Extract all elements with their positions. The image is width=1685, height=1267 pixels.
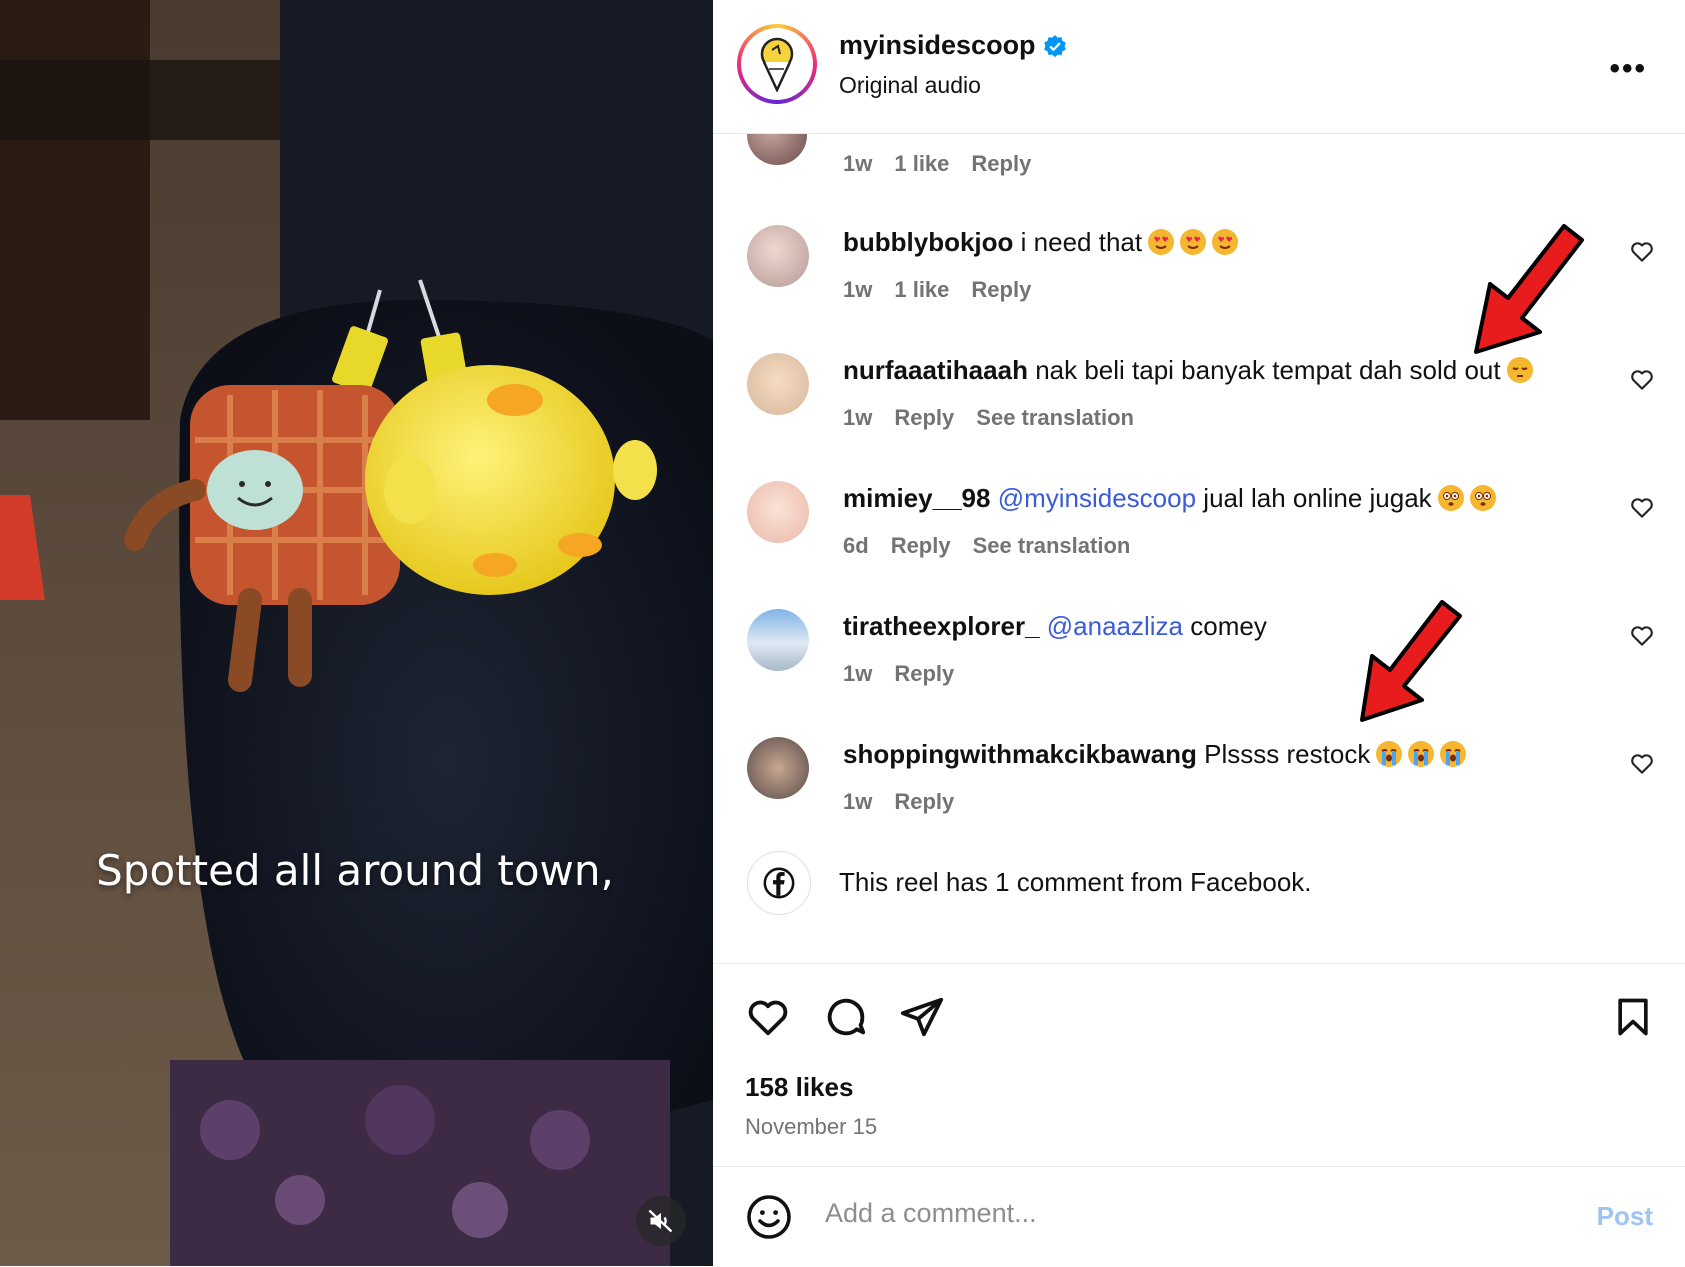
comment-meta-row: 6d Reply See translation (843, 533, 1152, 559)
crying-emoji-icon (1408, 741, 1435, 767)
original-audio-link[interactable]: Original audio (839, 72, 981, 99)
share-paper-plane-icon[interactable] (899, 994, 945, 1040)
like-comment-heart-icon[interactable] (1629, 495, 1655, 521)
comment-avatar[interactable] (747, 481, 809, 543)
annotation-arrow-icon (1474, 224, 1584, 354)
post-actions: 158 likes November 15 (713, 963, 1685, 1164)
facebook-note-text: This reel has 1 comment from Facebook. (839, 867, 1312, 897)
comment-message: jual lah online jugak (1203, 483, 1432, 513)
facebook-icon (747, 851, 811, 915)
comment-avatar[interactable] (747, 737, 809, 799)
reply-button[interactable]: Reply (971, 151, 1031, 176)
ice-cream-logo-icon (760, 37, 794, 92)
heart-eyes-emoji-icon (1180, 229, 1207, 255)
like-comment-heart-icon[interactable] (1629, 751, 1655, 777)
comment-message: comey (1190, 611, 1267, 641)
comment-time: 1w (843, 789, 873, 814)
like-comment-heart-icon[interactable] (1629, 367, 1655, 393)
see-translation-button[interactable]: See translation (976, 405, 1134, 430)
post-date: November 15 (745, 1114, 878, 1139)
flushed-emoji-icon (1469, 485, 1496, 511)
comment-username[interactable]: tiratheexplorer_ (843, 611, 1040, 641)
comment-meta-row: 1w Reply (843, 661, 976, 687)
comment-time: 1w (843, 405, 873, 430)
reply-button[interactable]: Reply (894, 789, 954, 814)
comment-message: i need that (1020, 227, 1143, 257)
like-heart-icon[interactable] (745, 994, 791, 1040)
comment-avatar[interactable] (747, 609, 809, 671)
comment-username[interactable]: mimiey__98 (843, 483, 990, 513)
heart-eyes-emoji-icon (1148, 229, 1175, 255)
comment-item: shoppingwithmakcikbawang Plssss restock … (713, 737, 1685, 857)
comment-mention-link[interactable]: @myinsidescoop (998, 483, 1196, 513)
comment-username[interactable]: shoppingwithmakcikbawang (843, 739, 1197, 769)
emoji-picker-icon[interactable] (745, 1193, 793, 1241)
muted-speaker-icon (648, 1209, 673, 1233)
comment-username[interactable]: nurfaaatihaaah (843, 355, 1028, 385)
verified-badge-icon (1043, 34, 1066, 58)
comment-avatar[interactable] (747, 353, 809, 415)
like-comment-heart-icon[interactable] (1629, 239, 1655, 265)
reply-button[interactable]: Reply (894, 405, 954, 430)
comment-avatar[interactable] (747, 225, 809, 287)
save-bookmark-icon[interactable] (1611, 994, 1655, 1040)
comment-mention-link[interactable]: @anaazliza (1047, 611, 1183, 641)
post-panel: myinsidescoop Original audio ••• 1w 1 lik… (713, 0, 1685, 1266)
comment-meta-row: 1w 1 like Reply (843, 277, 1053, 303)
comment-text: nurfaaatihaaah nak beli tapi banyak temp… (843, 355, 1533, 386)
comment-text: bubblybokjoo i need that (843, 227, 1239, 258)
video-frame-image (0, 0, 713, 1266)
header-username[interactable]: myinsidescoop (839, 30, 1068, 61)
flushed-emoji-icon (1437, 485, 1464, 511)
facebook-comments-note[interactable]: This reel has 1 comment from Facebook. (713, 851, 1685, 921)
comment-time: 1w (843, 151, 873, 176)
add-comment-input[interactable] (823, 1197, 1527, 1230)
post-comment-button[interactable]: Post (1597, 1201, 1653, 1232)
crying-emoji-icon (1440, 741, 1467, 767)
reply-button[interactable]: Reply (894, 661, 954, 686)
comment-item: tiratheexplorer_ @anaazliza comey 1w Repl… (713, 609, 1685, 729)
reply-button[interactable]: Reply (971, 277, 1031, 302)
comment-time: 1w (843, 661, 873, 686)
comment-text: shoppingwithmakcikbawang Plssss restock (843, 739, 1467, 770)
comment-text: mimiey__98 @myinsidescoop jual lah onlin… (843, 483, 1496, 514)
more-options-button[interactable]: ••• (1609, 52, 1647, 86)
see-translation-button[interactable]: See translation (973, 533, 1131, 558)
header-username-text[interactable]: myinsidescoop (839, 30, 1036, 60)
reply-button[interactable]: Reply (891, 533, 951, 558)
comment-text: tiratheexplorer_ @anaazliza comey (843, 611, 1267, 642)
video-caption: Spotted all around town, (96, 846, 614, 895)
comment-bubble-icon[interactable] (823, 994, 869, 1040)
comment-message: nak beli tapi banyak tempat dah sold out (1035, 355, 1501, 385)
likes-count[interactable]: 158 likes (745, 1072, 853, 1103)
comment-meta-row: 1w Reply (843, 789, 976, 815)
reel-video[interactable]: Spotted all around town, (0, 0, 713, 1266)
comment-item: mimiey__98 @myinsidescoop jual lah onlin… (713, 481, 1685, 601)
profile-avatar[interactable] (737, 24, 817, 104)
like-comment-heart-icon[interactable] (1629, 623, 1655, 649)
post-header: myinsidescoop Original audio ••• (713, 0, 1685, 134)
comment-meta-row: 1w 1 like Reply (843, 151, 1053, 177)
comment-composer: Post (713, 1166, 1685, 1267)
comment-username[interactable]: bubblybokjoo (843, 227, 1013, 257)
comment-likes-count[interactable]: 1 like (894, 277, 949, 302)
comment-avatar[interactable] (747, 133, 807, 165)
mute-button[interactable] (636, 1196, 686, 1246)
comment-time: 1w (843, 277, 873, 302)
comment-time: 6d (843, 533, 869, 558)
crying-emoji-icon (1376, 741, 1403, 767)
comment-item: nurfaaatihaaah nak beli tapi banyak temp… (713, 353, 1685, 473)
comment-likes-count[interactable]: 1 like (894, 151, 949, 176)
comment-message: Plssss restock (1204, 739, 1371, 769)
comment-meta-row: 1w Reply See translation (843, 405, 1156, 431)
heart-eyes-emoji-icon (1212, 229, 1239, 255)
annotation-arrow-icon (1360, 600, 1462, 722)
